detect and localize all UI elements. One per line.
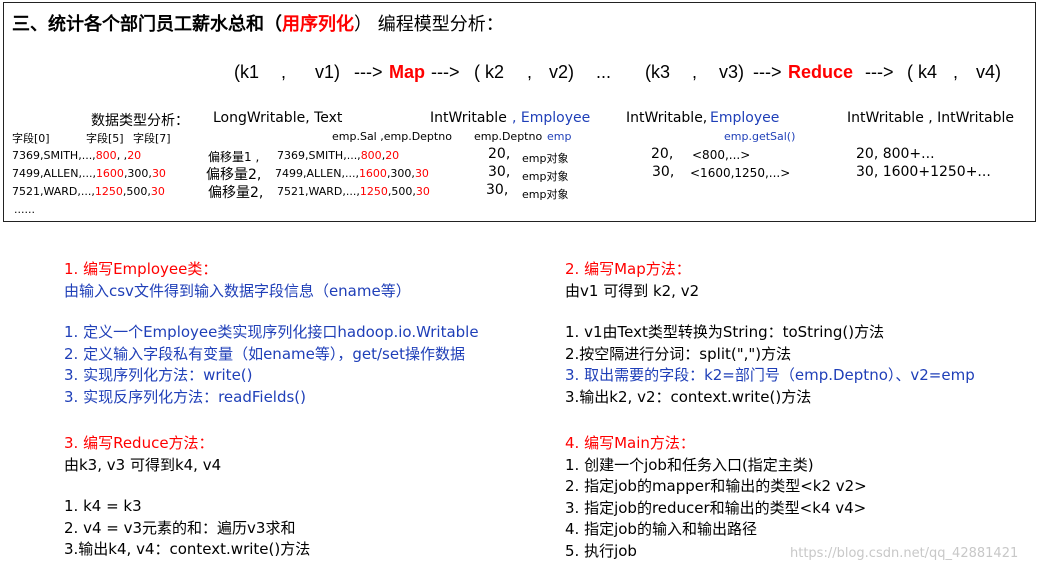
row-result: 20, 800+... [856, 146, 935, 162]
step-item: 3. 实现反序列化方法：readFields() [64, 387, 307, 406]
row-result: 30, 1600+1250+... [856, 164, 991, 180]
flow-k1: (k1 [234, 62, 260, 82]
row-k2: 20, [488, 146, 511, 162]
section-title: 2. 编写Map方法： [565, 260, 691, 278]
step-item: 2. v4 = v3元素的和：遍历v3求和 [64, 518, 296, 537]
step-item: 3. 指定job的reducer和输出的类型<k4 v4> [565, 498, 867, 517]
row-input: 7521,WARD,...,1250,500,30 [12, 185, 165, 198]
step-item: 1. 创建一个job和任务入口(指定主类) [565, 455, 814, 474]
step-item: 2. 指定job的mapper和输出的类型<k2 v2> [565, 477, 867, 495]
flow-arrow1: ---> [354, 62, 383, 82]
types-t2a: IntWritable [430, 110, 507, 126]
step-item: 4. 指定job的输入和输出路径 [565, 520, 757, 538]
row-k2: 30, [486, 182, 509, 198]
row-emp-object: emp对象 [522, 188, 569, 201]
watermark: https://blog.csdn.net/qq_42881421 [790, 546, 1019, 561]
section-desc: 由k3, v3 可得到k4, v4 [64, 455, 222, 474]
types-t3a: IntWritable, [626, 110, 708, 126]
flow-v4: v4) [976, 62, 1002, 82]
row-emp-object: emp对象 [522, 152, 569, 165]
section-title: 4. 编写Main方法： [565, 434, 695, 452]
field-empsal: emp.Sal ,emp.Deptno [332, 130, 452, 143]
section-title: 1. 编写Employee类： [64, 260, 218, 278]
types-t4: IntWritable , IntWritable [847, 110, 1014, 126]
field-getsal: emp.getSal() [724, 130, 796, 143]
flow-k4: ( k4 [907, 62, 938, 82]
step-item: 3. 实现序列化方法：write() [64, 366, 253, 384]
row-v3: <800,...> [692, 148, 751, 162]
flow-v2: v2) [549, 62, 575, 82]
row-map-input: 7499,ALLEN,...,1600,300,30 [275, 167, 429, 180]
flow-v1: v1) [315, 62, 341, 82]
flow-sep1: , [281, 62, 287, 82]
step-item: 2. 定义输入字段私有变量（如ename等），get/set操作数据 [64, 344, 465, 363]
row-input: 7369,SMITH,...,800, ,20 [12, 149, 142, 162]
row-k2: 30, [488, 164, 511, 180]
types-label: 数据类型分析： [91, 113, 189, 129]
types-t1: LongWritable, Text [213, 110, 343, 126]
flow-arrow4: ---> [865, 62, 894, 82]
types-t2b: , Employee [512, 110, 591, 126]
row-offset: 偏移量2, [206, 167, 262, 183]
section-title: 3. 编写Reduce方法： [64, 434, 214, 452]
flow-sep3: , [692, 62, 698, 82]
flow-k3: (k3 [645, 62, 671, 82]
flow-k2: ( k2 [474, 62, 505, 82]
row-v3: <1600,1250,...> [690, 166, 791, 180]
flow-arrow2: ---> [431, 62, 460, 82]
section-map: 2. 编写Map方法： 由v1 可得到 k2, v2 1. v1由Text类型转… [565, 259, 975, 408]
row-map-input: 7369,SMITH,...,800,20 [277, 149, 400, 162]
flow-ellipsis: ... [596, 62, 612, 82]
step-item: 3.输出k2, v2：context.write()方法 [565, 387, 812, 406]
more-rows: ...... [14, 203, 35, 216]
row-offset: 偏移量1 , [208, 150, 260, 164]
flow-v3: v3) [719, 62, 745, 82]
field-col0: 字段[0] [12, 132, 50, 145]
row-input: 7499,ALLEN,...,1600,300,30 [12, 167, 166, 180]
title-suffix: ） 编程模型分析： [354, 14, 504, 35]
row-offset: 偏移量2, [208, 185, 264, 201]
step-item: 1. k4 = k3 [64, 497, 142, 515]
step-item: 3.输出k4, v4：context.write()方法 [64, 540, 311, 558]
page-title: 三、统计各个部门员工薪水总和（用序列化） 编程模型分析： [12, 10, 504, 36]
row-emp-object: emp对象 [522, 170, 569, 183]
title-prefix: 三、统计各个部门员工薪水总和（ [12, 14, 282, 35]
field-empdeptno: emp.Deptno [474, 130, 543, 143]
row-k3: 20, [651, 146, 674, 162]
flow-map: Map [389, 62, 425, 82]
section-employee: 1. 编写Employee类： 由输入csv文件得到输入数据字段信息（ename… [64, 259, 479, 408]
field-col7: 字段[7] [133, 132, 171, 145]
step-item: 2.按空隔进行分词：split(",")方法 [565, 344, 792, 363]
row-map-input: 7521,WARD,...,1250,500,30 [277, 185, 430, 198]
field-col5: 字段[5] [86, 132, 124, 145]
step-item: 1. 定义一个Employee类实现序列化接口hadoop.io.Writabl… [64, 323, 479, 341]
step-item: 3. 取出需要的字段：k2=部门号（emp.Deptno）、v2=emp [565, 366, 975, 384]
types-t3b: Employee [710, 110, 780, 126]
flow-sep2: , [527, 62, 533, 82]
section-desc: 由v1 可得到 k2, v2 [565, 281, 700, 300]
flow-sep4: , [953, 62, 959, 82]
section-reduce: 3. 编写Reduce方法： 由k3, v3 可得到k4, v4 1. k4 =… [64, 433, 310, 561]
flow-arrow3: ---> [753, 62, 782, 82]
flow-reduce: Reduce [788, 62, 854, 82]
section-desc: 由输入csv文件得到输入数据字段信息（ename等） [64, 281, 411, 300]
section-main: 4. 编写Main方法： 1. 创建一个job和任务入口(指定主类) 2. 指定… [565, 433, 867, 562]
field-emp: emp [547, 130, 572, 143]
row-k3: 30, [652, 164, 675, 180]
title-highlight: 用序列化 [282, 14, 354, 35]
step-item: 1. v1由Text类型转换为String：toString()方法 [565, 323, 885, 341]
